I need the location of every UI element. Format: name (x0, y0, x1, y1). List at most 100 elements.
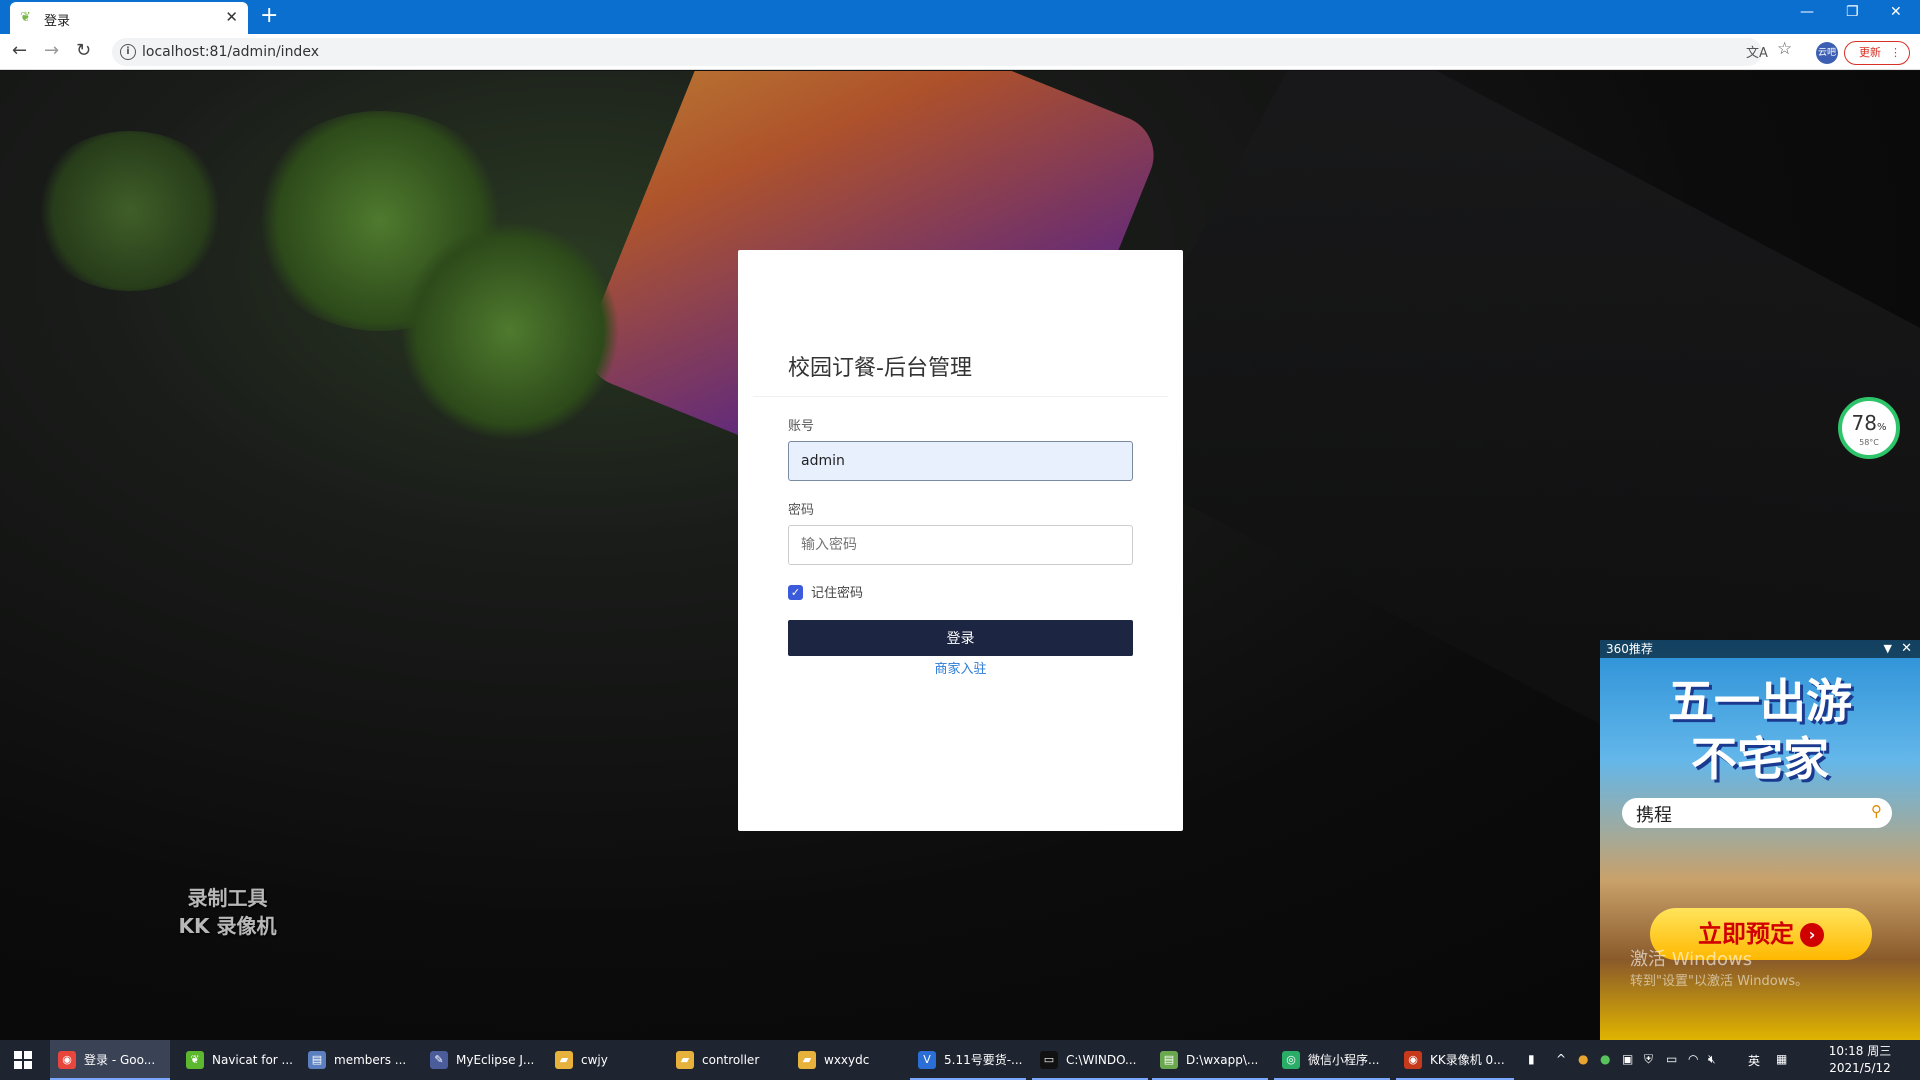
tray-monitor-icon[interactable]: ▣ (1622, 1052, 1633, 1066)
update-button[interactable]: 更新 ⋮ (1844, 41, 1910, 65)
browser-tab[interactable]: ❦ 登录 ✕ (10, 2, 248, 34)
tray-360-icon[interactable]: ● (1600, 1052, 1610, 1066)
taskbar-item-label: controller (702, 1053, 760, 1067)
account-input[interactable] (788, 441, 1133, 481)
arrow-right-icon: › (1800, 923, 1824, 947)
taskbar-item[interactable]: ✎ MyEclipse J... (422, 1040, 542, 1080)
system-monitor-widget[interactable]: 78% 58°C (1838, 397, 1900, 459)
ime-language[interactable]: 英 (1748, 1052, 1760, 1069)
taskbar: ◉ 登录 - Goo... ❦ Navicat for ... ▤ members ...… (0, 1040, 1920, 1080)
taskbar-item-label: MyEclipse J... (456, 1053, 535, 1067)
cmd-icon: ▭ (1040, 1051, 1058, 1069)
chrome-icon: ◉ (58, 1051, 76, 1069)
taskbar-item[interactable]: V 5.11号要货-... (910, 1040, 1026, 1080)
divider (753, 396, 1168, 397)
windows-start-icon[interactable] (14, 1051, 32, 1069)
ad-search-box[interactable]: 携程 ⚲ (1622, 798, 1892, 828)
eclipse-icon: ✎ (430, 1051, 448, 1069)
translate-icon[interactable]: 文A (1746, 42, 1768, 61)
taskbar-item-label: D:\wxapp\... (1186, 1053, 1259, 1067)
taskbar-item[interactable]: ▰ controller (668, 1040, 784, 1080)
tray-shield-icon[interactable]: ⛨ (1644, 1052, 1653, 1067)
taskbar-item-label: KK录像机 0... (1430, 1053, 1505, 1067)
reload-icon[interactable]: ↻ (76, 40, 91, 62)
url-text[interactable]: localhost:81/admin/index (142, 44, 319, 60)
remember-label[interactable]: 记住密码 (811, 582, 863, 601)
tray-app-icon[interactable]: ● (1578, 1052, 1588, 1066)
login-button[interactable]: 登录 (788, 620, 1133, 656)
ad-header-label: 360推荐 (1606, 642, 1653, 656)
background-plant (400, 221, 620, 441)
taskbar-item[interactable]: ▰ wxxydc (790, 1040, 906, 1080)
taskbar-item[interactable]: ▭ C:\WINDO... (1032, 1040, 1148, 1080)
taskbar-item[interactable]: ◎ 微信小程序... (1274, 1040, 1390, 1080)
taskbar-item[interactable]: ▰ cwjy (547, 1040, 663, 1080)
password-input[interactable] (788, 525, 1133, 565)
watermark-line2: KK 录像机 (178, 914, 277, 938)
navicat-icon: ❦ (186, 1051, 204, 1069)
profile-avatar[interactable]: 云吧 (1816, 42, 1838, 64)
taskbar-item-label: 微信小程序... (1308, 1053, 1380, 1067)
folder-icon: ▰ (555, 1051, 573, 1069)
window-close-icon[interactable]: ✕ (1890, 4, 1902, 20)
clock-date: 2021/5/12 (1829, 1061, 1891, 1075)
taskbar-item[interactable]: ▤ members ... (300, 1040, 418, 1080)
taskbar-item[interactable]: ◉ KK录像机 0... (1396, 1040, 1514, 1080)
kk-recorder-icon: ◉ (1404, 1051, 1422, 1069)
tab-title: 登录 (44, 14, 71, 29)
menu-dots-icon: ⋮ (1890, 46, 1901, 59)
browser-titlebar: ❦ 登录 ✕ + — ❐ ✕ (0, 0, 1920, 34)
taskbar-item-label: members ... (334, 1053, 407, 1067)
site-info-icon[interactable]: i (120, 44, 136, 60)
recorder-watermark: 录制工具 KK 录像机 (160, 884, 295, 940)
keyboard-icon[interactable]: ▦ (1776, 1052, 1787, 1066)
restore-icon[interactable]: ❐ (1846, 4, 1859, 20)
ad-collapse-icon[interactable]: ▼ (1884, 640, 1892, 658)
taskbar-item[interactable]: ❦ Navicat for ... (178, 1040, 296, 1080)
volume-mute-icon[interactable]: 🔇︎ (1708, 1052, 1716, 1067)
ad-header: 360推荐 ▼ ✕ (1600, 640, 1920, 658)
ad-cta-label: 立即预定 (1698, 920, 1794, 948)
search-icon[interactable]: ⚲ (1871, 802, 1882, 820)
wechat-dev-icon: ◎ (1282, 1051, 1300, 1069)
ad-close-icon[interactable]: ✕ (1901, 640, 1912, 658)
taskbar-item[interactable]: ▤ D:\wxapp\... (1152, 1040, 1268, 1080)
ad-popup[interactable]: 360推荐 ▼ ✕ 五一出游 不宅家 携程 ⚲ 立即预定 › 激活 Windows… (1600, 640, 1920, 1040)
tray-network-icon[interactable]: ▭ (1666, 1052, 1677, 1066)
battery-icon[interactable]: ▮ (1528, 1052, 1535, 1066)
ad-title-line2: 不宅家 (1691, 732, 1829, 786)
taskbar-item-label: 登录 - Goo... (84, 1053, 156, 1067)
wifi-icon[interactable]: ◠ (1688, 1052, 1698, 1066)
notepad-icon: ▤ (1160, 1051, 1178, 1069)
taskbar-item[interactable]: ◉ 登录 - Goo... (50, 1040, 170, 1080)
login-card: 校园订餐-后台管理 账号 密码 ✓ 记住密码 登录 商家入驻 (738, 250, 1183, 831)
tab-close-icon[interactable]: ✕ (225, 8, 238, 26)
remember-checkbox[interactable]: ✓ (788, 585, 803, 600)
usage-readout: 78% (1842, 411, 1896, 435)
leaf-favicon-icon: ❦ (20, 10, 31, 25)
back-icon[interactable]: ← (12, 40, 27, 62)
ad-title: 五一出游 不宅家 (1600, 672, 1920, 788)
merchant-register-link[interactable]: 商家入驻 (738, 658, 1183, 677)
update-label: 更新 (1859, 46, 1881, 59)
usage-unit: % (1876, 422, 1887, 433)
forward-icon[interactable]: → (44, 40, 59, 62)
doc-icon: V (918, 1051, 936, 1069)
clock[interactable]: 10:18 周三 2021/5/12 (1820, 1043, 1900, 1077)
address-bar[interactable]: i localhost:81/admin/index (112, 38, 1762, 66)
watermark-line1: 录制工具 (187, 886, 268, 910)
folder-icon: ▰ (676, 1051, 694, 1069)
taskbar-item-label: cwjy (581, 1053, 608, 1067)
bookmark-star-icon[interactable]: ☆ (1777, 39, 1792, 59)
chevron-up-icon[interactable]: ^ (1556, 1052, 1566, 1066)
usage-value: 78 (1851, 411, 1877, 435)
new-tab-icon[interactable]: + (260, 4, 278, 28)
password-label: 密码 (788, 503, 815, 518)
taskbar-item-label: Navicat for ... (212, 1053, 293, 1067)
account-label: 账号 (788, 419, 815, 434)
minimize-icon[interactable]: — (1800, 4, 1814, 20)
taskbar-item-label: 5.11号要货-... (944, 1053, 1023, 1067)
clock-time: 10:18 周三 (1828, 1044, 1892, 1058)
login-title: 校园订餐-后台管理 (788, 356, 972, 381)
browser-toolbar: ← → ↻ i localhost:81/admin/index 文A ☆ 云吧… (0, 34, 1920, 70)
